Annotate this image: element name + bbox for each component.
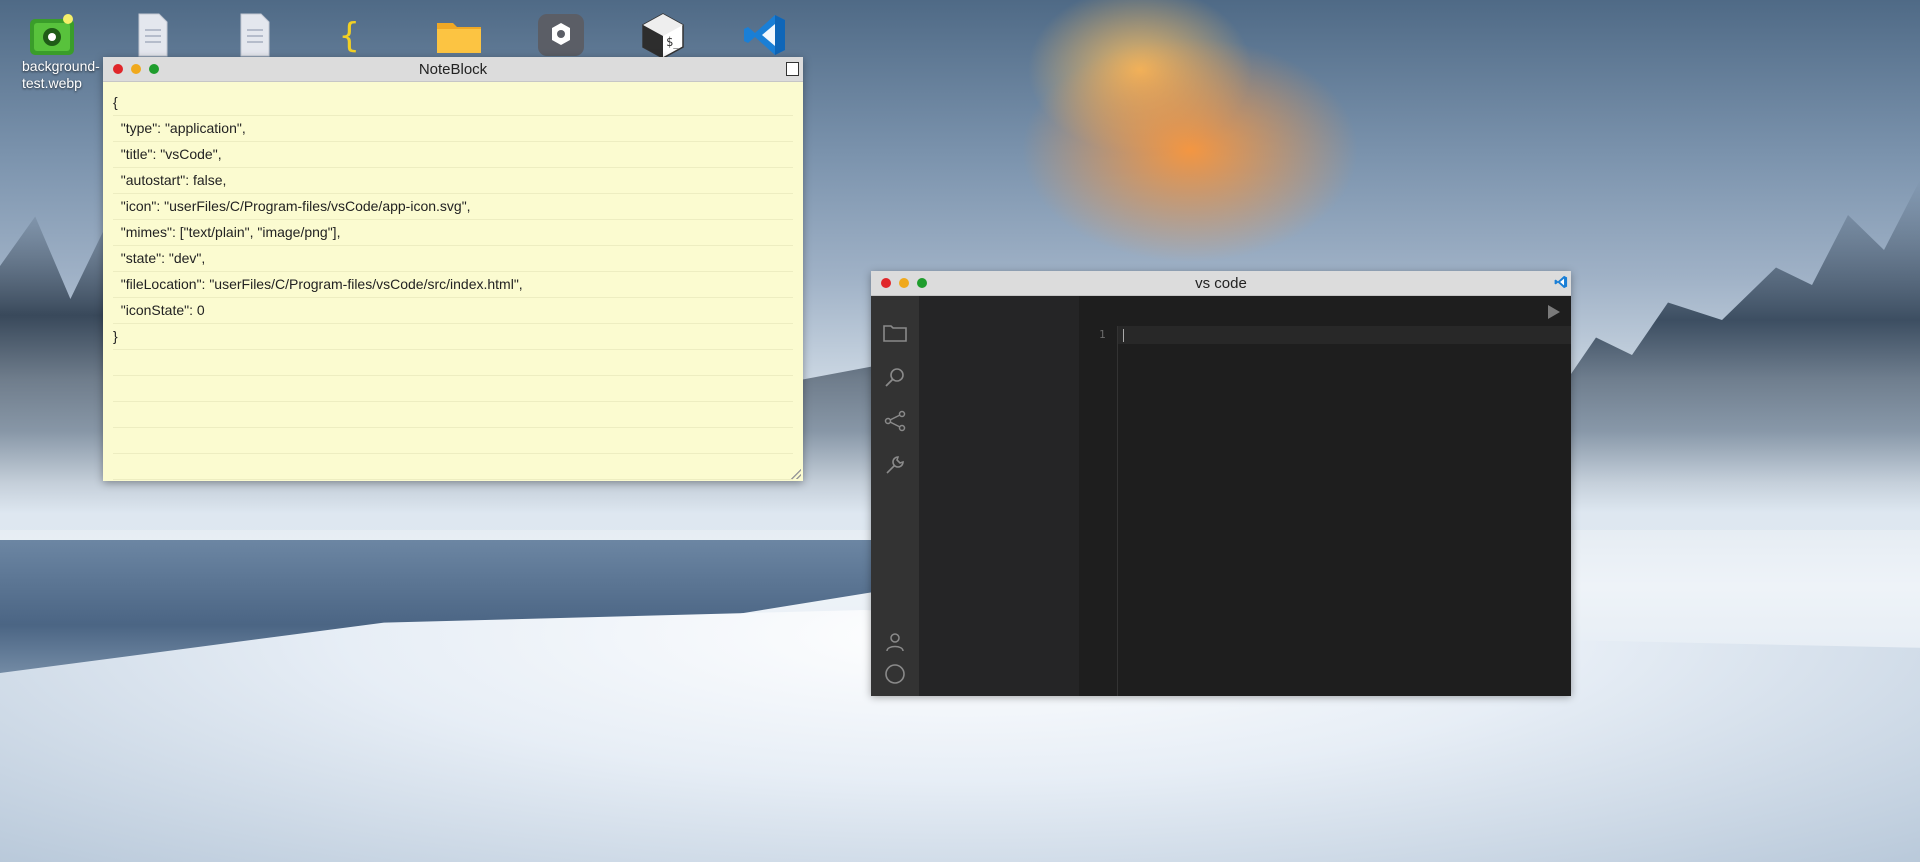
document-icon <box>127 12 179 58</box>
note-line: "title": "vsCode", <box>113 142 793 168</box>
resize-handle[interactable] <box>791 469 801 479</box>
window-title: vs code <box>1195 274 1247 292</box>
note-line <box>113 350 793 376</box>
vscode-icon <box>1554 275 1568 294</box>
note-line: "icon": "userFiles/C/Program-files/vsCod… <box>113 194 793 220</box>
source-control-icon[interactable] <box>871 399 919 443</box>
code-editor[interactable]: 1 <box>1079 296 1571 696</box>
search-icon[interactable] <box>871 355 919 399</box>
play-icon[interactable] <box>1547 304 1561 325</box>
vscode-window[interactable]: vs code 1 <box>871 271 1571 696</box>
desktop-icon-background-test[interactable]: background- test.webp <box>14 12 100 91</box>
svg-text:$_: $_ <box>666 35 681 49</box>
noteblock-window[interactable]: NoteBlock { "type": "application", "titl… <box>103 57 803 481</box>
desktop-icon-label: background- test.webp <box>22 58 100 91</box>
note-line: "mimes": ["text/plain", "image/png"], <box>113 220 793 246</box>
note-line <box>113 454 793 480</box>
activity-bar <box>871 296 919 696</box>
note-line: "autostart": false, <box>113 168 793 194</box>
curly-braces-icon: { } <box>331 12 383 58</box>
terminal-icon: $_ <box>637 12 689 58</box>
text-cursor <box>1123 329 1124 342</box>
note-line: "state": "dev", <box>113 246 793 272</box>
line-number-gutter <box>1079 326 1118 696</box>
background-forest-right <box>1560 180 1920 530</box>
note-line: "iconState": 0 <box>113 298 793 324</box>
window-title: NoteBlock <box>418 60 488 78</box>
current-line-highlight <box>1079 326 1571 344</box>
line-number: 1 <box>1099 328 1106 341</box>
circle-icon[interactable] <box>871 658 919 690</box>
note-line <box>113 402 793 428</box>
note-line: } <box>113 324 793 350</box>
noteblock-titlebar[interactable]: NoteBlock <box>103 57 803 82</box>
side-panel <box>919 296 1079 696</box>
settings-icon <box>535 12 587 58</box>
note-line <box>113 376 793 402</box>
note-text-area[interactable]: { "type": "application", "title": "vsCod… <box>103 82 803 481</box>
note-line: "type": "application", <box>113 116 793 142</box>
note-line: { <box>113 90 793 116</box>
note-line <box>113 428 793 454</box>
note-line: "fileLocation": "userFiles/C/Program-fil… <box>113 272 793 298</box>
vscode-icon <box>739 12 791 58</box>
folder-icon[interactable] <box>871 311 919 355</box>
fullscreen-icon[interactable] <box>786 62 799 76</box>
image-file-icon <box>26 12 78 58</box>
wrench-icon[interactable] <box>871 443 919 487</box>
folder-icon <box>433 12 485 58</box>
document-icon <box>229 12 281 58</box>
account-icon[interactable] <box>871 626 919 658</box>
vscode-titlebar[interactable]: vs code <box>871 271 1571 296</box>
svg-text:{ }: { } <box>339 16 379 56</box>
